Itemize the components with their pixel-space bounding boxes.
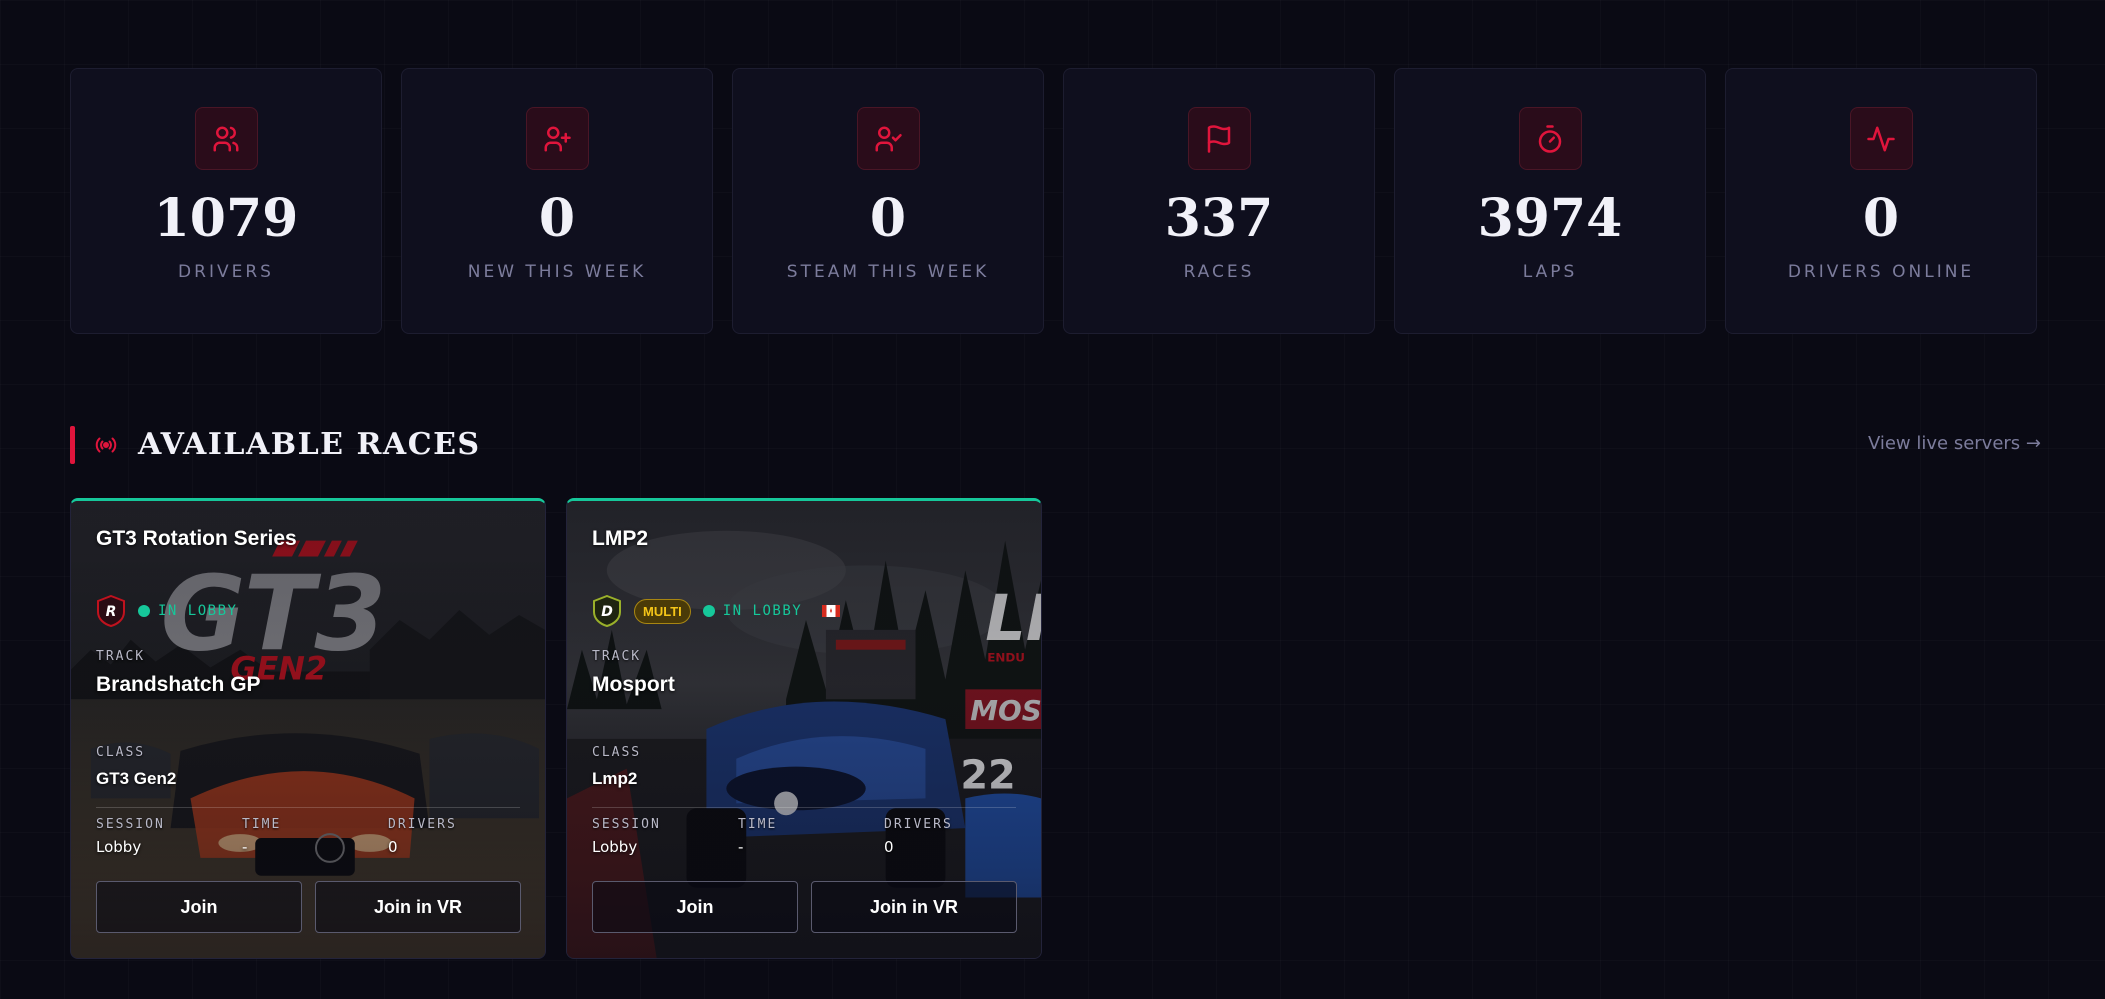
race-badges: R IN LOBBY	[96, 595, 237, 627]
status-dot	[702, 605, 715, 617]
user-plus-icon	[525, 107, 589, 170]
status-badge: IN LOBBY	[138, 603, 237, 619]
flag-icon	[1187, 107, 1251, 170]
available-races-header: AVAILABLE RACES View live servers →	[70, 425, 2105, 465]
divider	[96, 807, 520, 808]
track-label: TRACK	[592, 649, 642, 664]
class-label: CLASS	[96, 745, 146, 760]
drivers-value: 0	[884, 838, 894, 856]
status-dot	[138, 605, 150, 617]
section-title: AVAILABLE RACES	[138, 427, 481, 462]
drivers-label: DRIVERS	[884, 817, 953, 832]
section-accent-bar	[70, 426, 75, 464]
session-value: Lobby	[96, 838, 142, 856]
activity-icon	[1849, 107, 1913, 170]
stat-card-drivers: 1079 DRIVERS	[70, 68, 382, 334]
drivers-label: DRIVERS	[388, 817, 457, 832]
stat-card-new-this-week: 0 NEW THIS WEEK	[401, 68, 713, 334]
stat-value: 0	[538, 188, 576, 249]
race-list: GT3 GEN2 GT3 Rotation Series R IN LOBBY …	[70, 498, 1042, 959]
stat-value: 0	[1862, 188, 1900, 249]
time-label: TIME	[738, 817, 778, 832]
multi-badge: MULTI	[634, 598, 691, 624]
broadcast-icon	[94, 433, 118, 457]
stat-label: DRIVERS	[178, 262, 274, 282]
class-value: Lmp2	[592, 769, 638, 788]
race-meta: SESSION Lobby TIME - DRIVERS 0	[592, 817, 1030, 856]
users-icon	[194, 107, 258, 170]
stat-card-races: 337 RACES	[1063, 68, 1375, 334]
time-value: -	[738, 838, 744, 856]
class-label: CLASS	[592, 745, 642, 760]
stat-label: STEAM THIS WEEK	[786, 262, 990, 282]
session-label: SESSION	[592, 817, 661, 832]
race-card: GT3 GEN2 GT3 Rotation Series R IN LOBBY …	[70, 498, 546, 959]
race-name: LMP2	[592, 527, 649, 550]
rating-d-icon: D	[593, 595, 621, 627]
stat-card-drivers-online: 0 DRIVERS ONLINE	[1725, 68, 2037, 334]
track-label: TRACK	[96, 649, 146, 664]
drivers-value: 0	[388, 838, 398, 856]
join-buttons: Join Join in VR	[96, 881, 521, 933]
stat-value: 3974	[1477, 188, 1623, 249]
stat-label: RACES	[1183, 262, 1255, 282]
join-vr-button[interactable]: Join in VR	[811, 881, 1017, 933]
race-badges: D MULTI IN LOBBY	[592, 595, 841, 627]
canada-flag-icon	[822, 605, 841, 617]
stats-row: 1079 DRIVERS 0 NEW THIS WEEK 0 STEAM THI…	[70, 68, 2037, 334]
stat-label: DRIVERS ONLINE	[1787, 262, 1975, 282]
svg-text:D: D	[601, 604, 613, 620]
track-value: Brandshatch GP	[96, 673, 261, 696]
stat-label: LAPS	[1522, 262, 1578, 282]
divider	[592, 807, 1016, 808]
rating-r-icon: R	[97, 595, 125, 627]
session-value: Lobby	[592, 838, 638, 856]
stat-value: 1079	[153, 188, 299, 249]
time-value: -	[242, 838, 248, 856]
status-badge: IN LOBBY	[702, 603, 803, 619]
view-live-servers-link[interactable]: View live servers →	[1868, 433, 2041, 454]
svg-text:R: R	[106, 604, 117, 620]
stat-value: 0	[869, 188, 907, 249]
time-label: TIME	[242, 817, 282, 832]
stat-value: 337	[1164, 188, 1274, 249]
join-vr-button[interactable]: Join in VR	[315, 881, 521, 933]
track-value: Mosport	[592, 673, 675, 696]
user-check-icon	[856, 107, 920, 170]
race-card: 22 MOSI LI ENDU LMP2 D MULTI IN LOBBY	[566, 498, 1042, 959]
race-name: GT3 Rotation Series	[96, 527, 297, 550]
join-buttons: Join Join in VR	[592, 881, 1017, 933]
status-text: IN LOBBY	[722, 603, 803, 619]
join-button[interactable]: Join	[592, 881, 798, 933]
stat-card-steam-this-week: 0 STEAM THIS WEEK	[732, 68, 1044, 334]
session-label: SESSION	[96, 817, 165, 832]
race-meta: SESSION Lobby TIME - DRIVERS 0	[96, 817, 534, 856]
stat-card-laps: 3974 LAPS	[1394, 68, 1706, 334]
status-text: IN LOBBY	[158, 603, 238, 619]
class-value: GT3 Gen2	[96, 769, 177, 788]
join-button[interactable]: Join	[96, 881, 302, 933]
stopwatch-icon	[1518, 107, 1582, 170]
stat-label: NEW THIS WEEK	[467, 262, 647, 282]
